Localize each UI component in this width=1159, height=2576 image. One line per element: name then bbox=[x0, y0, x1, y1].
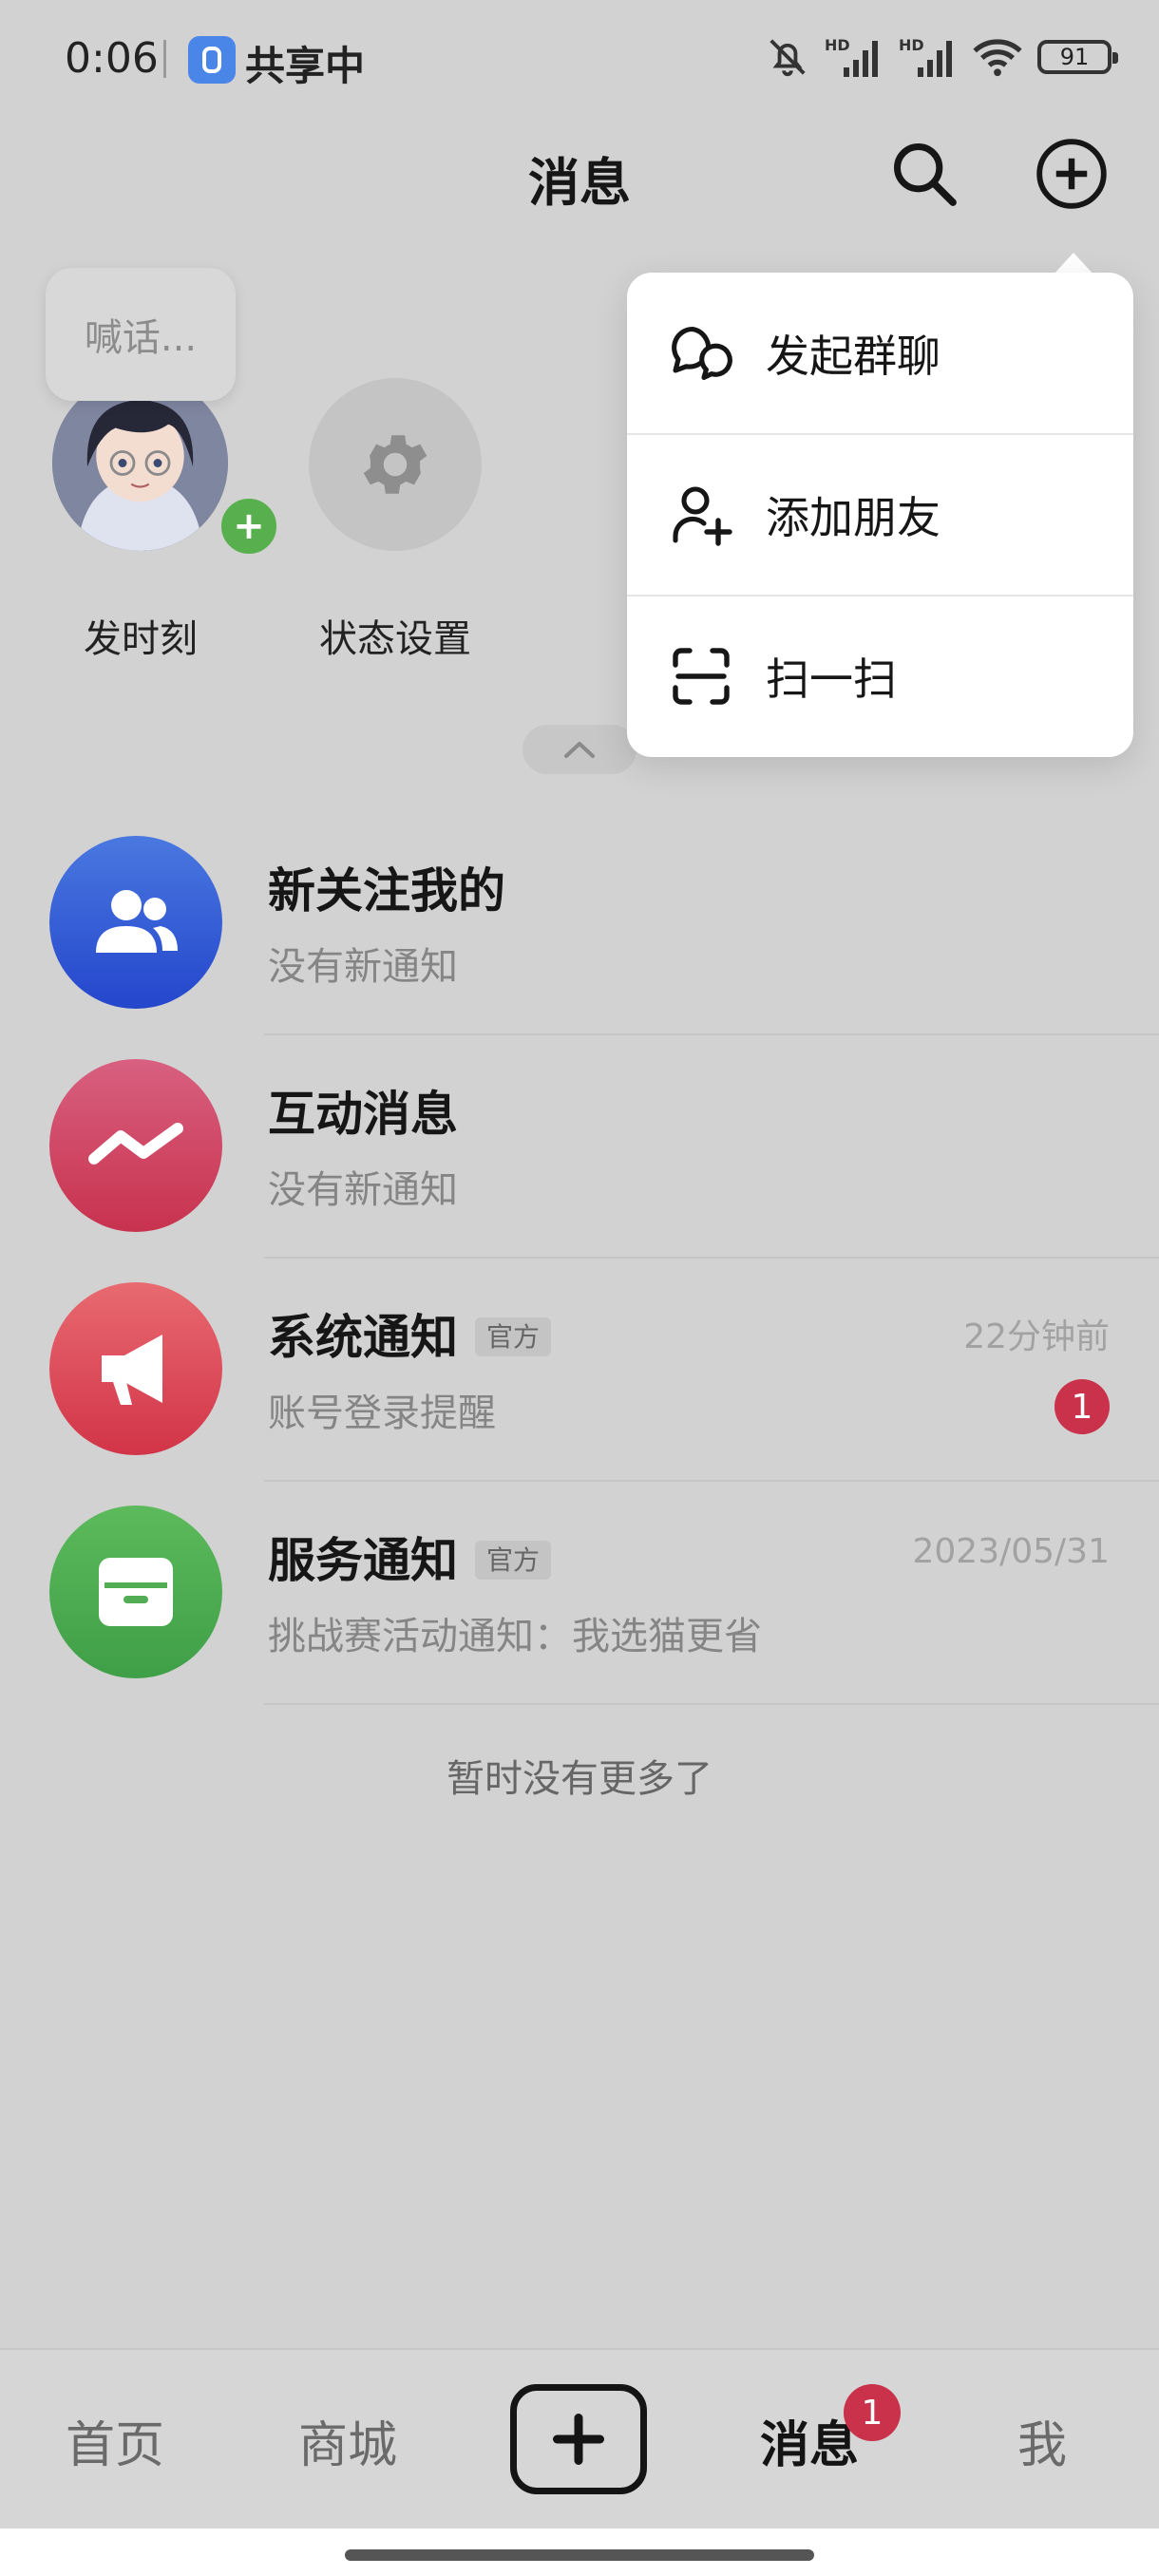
new-followers-title[interactable]: 新关注我的 bbox=[268, 853, 505, 921]
search-button[interactable] bbox=[882, 131, 967, 217]
user-avatar[interactable] bbox=[52, 375, 228, 551]
add-dropdown-menu: 发起群聊 添加朋友 扫一扫 bbox=[627, 273, 1133, 757]
nav-mall[interactable]: 商城 bbox=[253, 2405, 443, 2476]
group-chat-icon bbox=[667, 319, 735, 388]
new-followers-avatar[interactable] bbox=[49, 836, 222, 1009]
menu-item-add-friend[interactable]: 添加朋友 bbox=[627, 434, 1133, 596]
menu-item-label: 扫一扫 bbox=[766, 653, 897, 705]
row-divider bbox=[264, 1480, 1159, 1482]
status-settings-label: 状态设置 bbox=[319, 617, 471, 661]
system-notice-title[interactable]: 系统通知 官方 bbox=[268, 1299, 552, 1368]
screen-share-icon bbox=[188, 36, 236, 84]
wifi-icon bbox=[973, 39, 1022, 77]
shout-bubble[interactable]: 喊话... bbox=[46, 268, 236, 401]
signal-icon-1: HD bbox=[825, 36, 878, 77]
gear-icon bbox=[363, 435, 428, 494]
menu-item-group-chat[interactable]: 发起群聊 bbox=[627, 273, 1133, 434]
row-divider bbox=[264, 1703, 1159, 1705]
chevron-up-icon bbox=[564, 742, 595, 758]
interactions-avatar[interactable] bbox=[49, 1059, 222, 1232]
nav-create-button[interactable] bbox=[510, 2384, 647, 2494]
official-tag: 官方 bbox=[475, 1540, 552, 1580]
list-end-text: 暂时没有更多了 bbox=[446, 1757, 712, 1801]
interactions-subtitle: 没有新通知 bbox=[268, 1168, 458, 1212]
search-icon bbox=[894, 143, 957, 206]
plus-circle-icon bbox=[1036, 139, 1107, 209]
users-icon bbox=[96, 890, 178, 953]
system-notice-avatar[interactable] bbox=[49, 1282, 222, 1455]
system-notice-title-text: 系统通知 bbox=[268, 1310, 458, 1365]
nav-home[interactable]: 首页 bbox=[20, 2405, 210, 2476]
official-tag: 官方 bbox=[475, 1316, 552, 1356]
menu-item-label: 发起群聊 bbox=[766, 331, 940, 382]
service-notice-title-text: 服务通知 bbox=[268, 1533, 458, 1588]
svg-text:HD: HD bbox=[825, 36, 850, 54]
add-moment-badge[interactable]: + bbox=[217, 494, 281, 559]
row-divider bbox=[264, 1033, 1159, 1035]
inbox-box-icon bbox=[99, 1558, 173, 1626]
zigzag-icon bbox=[88, 1123, 183, 1165]
status-icons: HD HD 91 bbox=[766, 28, 1118, 85]
post-moment-label: 发时刻 bbox=[84, 617, 198, 661]
nav-me[interactable]: 我 bbox=[947, 2405, 1137, 2476]
status-divider bbox=[163, 40, 166, 78]
add-menu-button[interactable] bbox=[1029, 131, 1114, 217]
megaphone-icon bbox=[102, 1335, 162, 1405]
status-time: 0:06 bbox=[65, 34, 159, 83]
scan-icon bbox=[667, 642, 735, 710]
menu-item-scan[interactable]: 扫一扫 bbox=[627, 596, 1133, 757]
service-notice-title[interactable]: 服务通知 官方 bbox=[268, 1523, 552, 1591]
collapse-button[interactable] bbox=[522, 725, 636, 774]
system-notice-time: 22分钟前 bbox=[963, 1317, 1110, 1356]
share-status-label: 共享中 bbox=[245, 43, 366, 89]
battery-icon: 91 bbox=[1037, 40, 1118, 74]
service-notice-subtitle: 挑战赛活动通知：我选猫更省 bbox=[268, 1615, 762, 1658]
menu-item-label: 添加朋友 bbox=[766, 492, 940, 543]
signal-icon-2: HD bbox=[899, 36, 952, 77]
status-settings-button[interactable] bbox=[309, 378, 482, 551]
interactions-title[interactable]: 互动消息 bbox=[268, 1076, 458, 1145]
nav-messages-badge: 1 bbox=[844, 2384, 901, 2441]
service-notice-time: 2023/05/31 bbox=[912, 1532, 1111, 1571]
new-followers-subtitle: 没有新通知 bbox=[268, 945, 458, 989]
home-indicator[interactable] bbox=[345, 2549, 814, 2561]
page-title: 消息 bbox=[528, 153, 631, 213]
row-divider bbox=[264, 1257, 1159, 1259]
system-notice-subtitle: 账号登录提醒 bbox=[268, 1392, 496, 1435]
add-friend-icon bbox=[667, 481, 735, 549]
plus-icon bbox=[553, 2414, 604, 2465]
unread-badge: 1 bbox=[1054, 1379, 1110, 1434]
service-notice-avatar[interactable] bbox=[49, 1506, 222, 1678]
mute-bell-icon bbox=[770, 39, 806, 77]
svg-text:HD: HD bbox=[899, 36, 924, 54]
